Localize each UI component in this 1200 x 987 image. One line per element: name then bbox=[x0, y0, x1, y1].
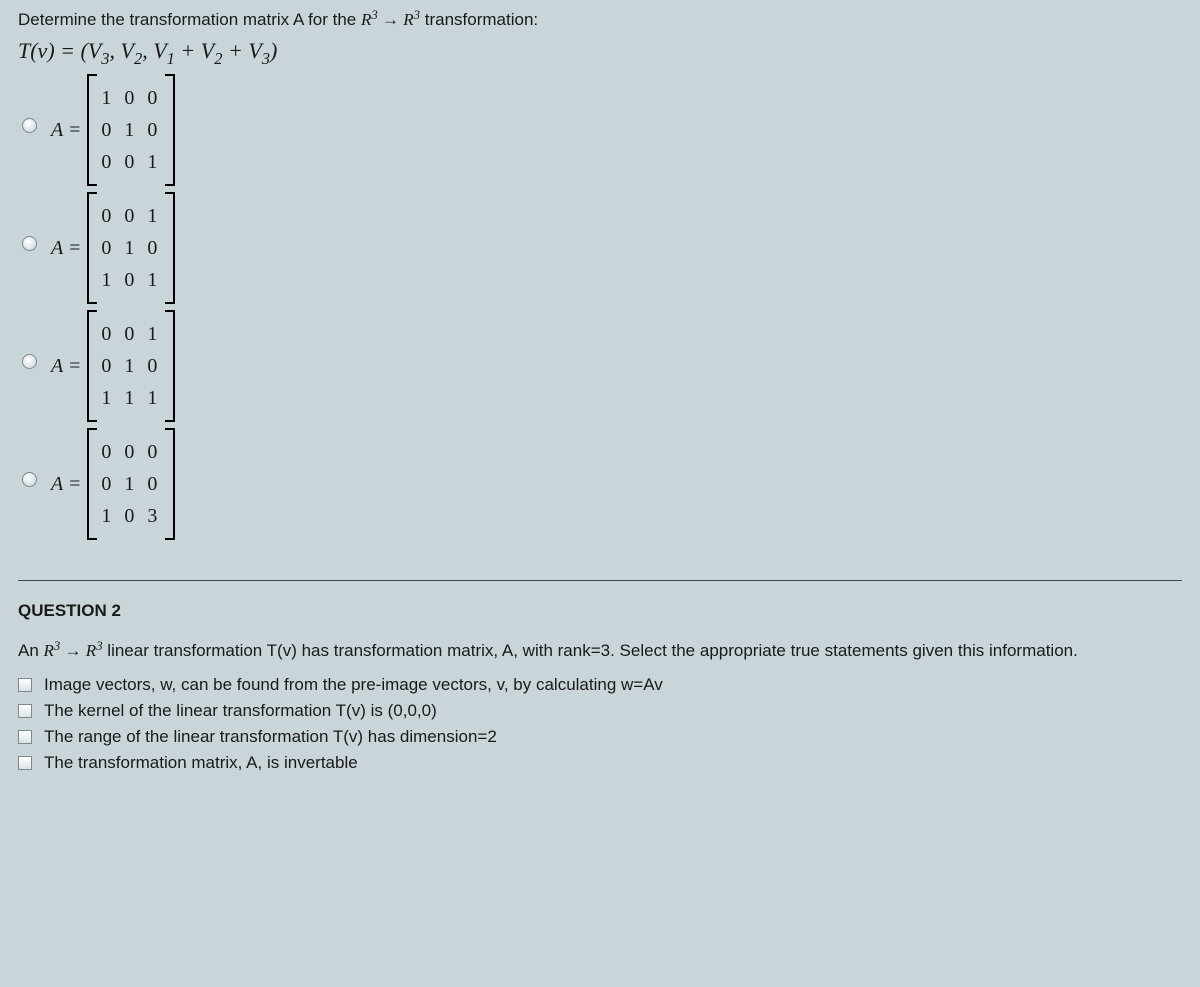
radio-icon[interactable] bbox=[22, 118, 37, 133]
matrix-row: 1 0 0 bbox=[101, 82, 161, 114]
matrix-brackets: 0 0 1 0 1 0 1 1 1 bbox=[87, 310, 175, 422]
q1-option-4[interactable]: A = 0 0 0 0 1 0 1 0 3 bbox=[22, 428, 1182, 540]
q2-prompt-pre: An bbox=[18, 641, 44, 660]
matrix-option: A = 0 0 1 0 1 0 1 1 1 bbox=[51, 310, 175, 422]
matrix-row: 0 1 0 bbox=[101, 114, 161, 146]
check-label: The transformation matrix, A, is inverta… bbox=[44, 753, 358, 773]
q2-prompt-post: linear transformation T(v) has transform… bbox=[107, 641, 1078, 660]
check-label: Image vectors, w, can be found from the … bbox=[44, 675, 663, 695]
q1-prompt-math: R3 → R3 bbox=[361, 10, 420, 29]
radio-icon[interactable] bbox=[22, 236, 37, 251]
matrix-option: A = 0 0 0 0 1 0 1 0 3 bbox=[51, 428, 175, 540]
checkbox-icon[interactable] bbox=[18, 678, 32, 692]
checkbox-icon[interactable] bbox=[18, 730, 32, 744]
q2-prompt-math: R3 → R3 bbox=[44, 641, 103, 660]
matrix-brackets: 0 0 1 0 1 0 1 0 1 bbox=[87, 192, 175, 304]
q2-prompt: An R3 → R3 linear transformation T(v) ha… bbox=[18, 641, 1182, 661]
matrix-label: A = bbox=[51, 473, 81, 496]
matrix-row: 0 0 1 bbox=[101, 200, 161, 232]
matrix-row: 0 1 0 bbox=[101, 468, 161, 500]
matrix-row: 1 1 1 bbox=[101, 382, 161, 414]
check-label: The kernel of the linear transformation … bbox=[44, 701, 437, 721]
matrix-brackets: 0 0 0 0 1 0 1 0 3 bbox=[87, 428, 175, 540]
matrix-label: A = bbox=[51, 119, 81, 142]
matrix-row: 0 0 0 bbox=[101, 436, 161, 468]
q1-option-3[interactable]: A = 0 0 1 0 1 0 1 1 1 bbox=[22, 310, 1182, 422]
q1-option-1[interactable]: A = 1 0 0 0 1 0 0 0 1 bbox=[22, 74, 1182, 186]
q1-formula: T(v) = (V3, V2, V1 + V2 + V3) bbox=[18, 38, 1182, 64]
matrix-label: A = bbox=[51, 355, 81, 378]
matrix-row: 0 0 1 bbox=[101, 318, 161, 350]
matrix-row: 0 1 0 bbox=[101, 350, 161, 382]
question-2: QUESTION 2 An R3 → R3 linear transformat… bbox=[18, 601, 1182, 773]
matrix-label: A = bbox=[51, 237, 81, 260]
q1-options: A = 1 0 0 0 1 0 0 0 1 A = 0 0 1 0 1 0 1 … bbox=[22, 74, 1182, 540]
matrix-option: A = 1 0 0 0 1 0 0 0 1 bbox=[51, 74, 175, 186]
matrix-row: 1 0 3 bbox=[101, 500, 161, 532]
radio-icon[interactable] bbox=[22, 354, 37, 369]
q1-option-2[interactable]: A = 0 0 1 0 1 0 1 0 1 bbox=[22, 192, 1182, 304]
question-divider bbox=[18, 580, 1182, 581]
q1-prompt-post: transformation: bbox=[425, 10, 538, 29]
checkbox-icon[interactable] bbox=[18, 756, 32, 770]
matrix-row: 0 1 0 bbox=[101, 232, 161, 264]
matrix-brackets: 1 0 0 0 1 0 0 0 1 bbox=[87, 74, 175, 186]
q2-check-3[interactable]: The range of the linear transformation T… bbox=[18, 727, 1182, 747]
check-label: The range of the linear transformation T… bbox=[44, 727, 497, 747]
radio-icon[interactable] bbox=[22, 472, 37, 487]
matrix-option: A = 0 0 1 0 1 0 1 0 1 bbox=[51, 192, 175, 304]
q2-title: QUESTION 2 bbox=[18, 601, 1182, 621]
checkbox-icon[interactable] bbox=[18, 704, 32, 718]
q1-prompt-pre: Determine the transformation matrix A fo… bbox=[18, 10, 361, 29]
q2-check-1[interactable]: Image vectors, w, can be found from the … bbox=[18, 675, 1182, 695]
q2-check-4[interactable]: The transformation matrix, A, is inverta… bbox=[18, 753, 1182, 773]
question-1: Determine the transformation matrix A fo… bbox=[18, 10, 1182, 540]
q1-prompt: Determine the transformation matrix A fo… bbox=[18, 10, 1182, 30]
q2-check-2[interactable]: The kernel of the linear transformation … bbox=[18, 701, 1182, 721]
matrix-row: 0 0 1 bbox=[101, 146, 161, 178]
matrix-row: 1 0 1 bbox=[101, 264, 161, 296]
